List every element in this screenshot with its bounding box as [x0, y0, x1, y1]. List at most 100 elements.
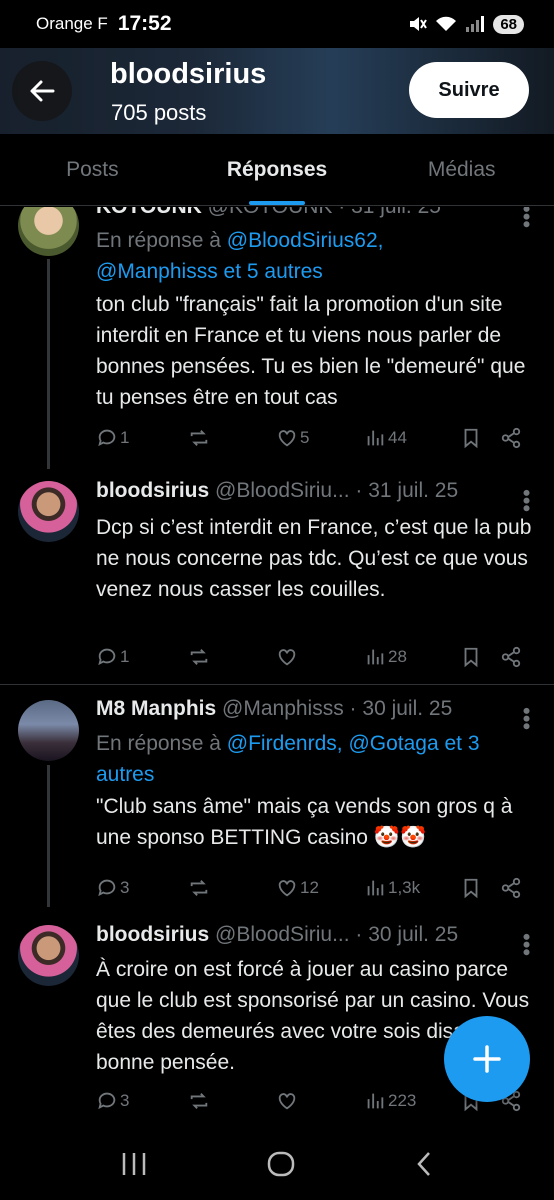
avatar[interactable] — [18, 700, 79, 761]
avatar[interactable] — [18, 925, 79, 986]
bookmark-icon — [464, 428, 478, 449]
repost-button[interactable] — [188, 877, 276, 899]
signal-icon — [466, 16, 485, 32]
more-icon[interactable]: ••• — [514, 489, 539, 512]
tab-replies[interactable]: Réponses — [185, 134, 370, 205]
tab-posts[interactable]: Posts — [0, 134, 185, 205]
reply-button[interactable]: 3 — [96, 1090, 188, 1112]
battery-badge: 68 — [493, 14, 524, 34]
author-name[interactable]: bloodsirius — [96, 923, 209, 946]
view-count: 223 — [388, 1091, 417, 1110]
follow-button[interactable]: Suivre — [409, 62, 529, 118]
reply-count: 1 — [120, 428, 130, 447]
reply-context: En réponse à @Firdenrds, @Gotaga et 3 au… — [96, 728, 480, 790]
reply-count: 3 — [120, 1091, 130, 1110]
like-count: 5 — [300, 428, 310, 447]
author-name[interactable]: M8 Manphis — [96, 697, 216, 720]
reply-count: 3 — [120, 878, 130, 897]
author-name[interactable]: bloodsirius — [96, 479, 209, 502]
view-count: 44 — [388, 428, 407, 447]
post-text: "Club sans âme" mais ça vends son gros q… — [96, 795, 513, 849]
repost-button[interactable] — [188, 1090, 276, 1112]
post-text: Dcp si c’est interdit en France, c’est q… — [96, 516, 532, 601]
back-arrow-icon — [30, 80, 55, 102]
post-header: bloodsirius @BloodSiriu... · 30 juil. 25 — [96, 923, 458, 947]
bookmark-icon — [464, 647, 478, 668]
recents-icon[interactable] — [119, 1150, 149, 1178]
author-handle-date: @BloodSiriu... · 30 juil. 25 — [215, 923, 459, 946]
share-icon — [501, 427, 521, 449]
views-icon — [367, 649, 384, 665]
repost-button[interactable] — [188, 646, 276, 668]
post[interactable]: M8 Manphis @Manphisss · 30 juil. 25 ••• … — [0, 685, 554, 907]
avatar[interactable] — [18, 481, 79, 542]
view-count: 28 — [388, 647, 407, 666]
like-button[interactable] — [276, 646, 364, 668]
reply-button[interactable]: 1 — [96, 427, 188, 449]
back-button[interactable] — [12, 61, 72, 121]
thread-line — [47, 259, 50, 469]
author-handle-date: @BloodSiriu... · 31 juil. 25 — [215, 479, 459, 502]
thread-line — [47, 765, 50, 907]
share-button[interactable] — [500, 877, 522, 899]
reply-icon — [98, 1092, 116, 1110]
home-icon[interactable] — [266, 1149, 296, 1179]
author-name[interactable]: KOTOUNK — [96, 207, 202, 218]
like-button[interactable] — [276, 1090, 364, 1112]
bookmark-button[interactable] — [460, 427, 500, 449]
views-icon — [367, 880, 384, 896]
back-nav-icon[interactable] — [413, 1149, 435, 1179]
mention-link[interactable]: @Manphisss et 5 autres — [96, 260, 323, 283]
compose-button[interactable] — [444, 1016, 530, 1102]
views-button[interactable]: 223 — [364, 1090, 460, 1112]
profile-header: bloodsirius 705 posts Suivre — [0, 48, 554, 134]
post-header: M8 Manphis @Manphisss · 30 juil. 25 — [96, 697, 452, 721]
reply-icon — [98, 879, 116, 897]
author-handle-date: @KOTOUNK · 31 juil. 25 — [208, 207, 441, 218]
share-icon — [501, 646, 521, 668]
like-count: 12 — [300, 878, 319, 897]
bookmark-button[interactable] — [460, 646, 500, 668]
like-icon — [278, 880, 296, 897]
more-icon[interactable]: ••• — [514, 933, 539, 956]
like-button[interactable]: 5 — [276, 427, 364, 449]
post-header: KOTOUNK @KOTOUNK · 31 juil. 25 — [96, 207, 441, 219]
status-icons: 68 — [407, 14, 524, 34]
reply-button[interactable]: 1 — [96, 646, 188, 668]
more-icon[interactable]: ••• — [514, 207, 539, 228]
view-count: 1,3k — [388, 878, 421, 897]
more-icon[interactable]: ••• — [514, 707, 539, 730]
mute-icon — [410, 17, 428, 31]
reply-icon — [98, 429, 116, 447]
bookmark-icon — [464, 878, 478, 899]
mention-link[interactable]: @BloodSirius62, — [227, 229, 384, 252]
post[interactable]: bloodsirius @BloodSiriu... · 31 juil. 25… — [0, 469, 554, 684]
mention-link[interactable]: autres — [96, 763, 154, 786]
like-icon — [278, 649, 296, 666]
repost-icon — [190, 1093, 208, 1109]
views-button[interactable]: 44 — [364, 427, 460, 449]
replies-feed: KOTOUNK @KOTOUNK · 31 juil. 25 ••• En ré… — [0, 207, 554, 1127]
repost-button[interactable] — [188, 427, 276, 449]
reply-count: 1 — [120, 647, 130, 666]
mention-link[interactable]: @Firdenrds, @Gotaga et 3 — [227, 732, 480, 755]
post-actions: 1 28 — [96, 644, 528, 670]
like-button[interactable]: 12 — [276, 877, 364, 899]
share-button[interactable] — [500, 427, 522, 449]
carrier-label: Orange F — [36, 14, 108, 33]
reply-button[interactable]: 3 — [96, 877, 188, 899]
reply-prefix: En réponse à — [96, 229, 227, 252]
share-button[interactable] — [500, 646, 522, 668]
post[interactable]: KOTOUNK @KOTOUNK · 31 juil. 25 ••• En ré… — [0, 207, 554, 469]
tab-media[interactable]: Médias — [369, 134, 554, 205]
status-bar: Orange F 17:52 68 — [0, 0, 554, 48]
avatar[interactable] — [18, 207, 79, 256]
bookmark-button[interactable] — [460, 877, 500, 899]
views-button[interactable]: 28 — [364, 646, 460, 668]
reply-icon — [98, 648, 116, 666]
share-icon — [501, 877, 521, 899]
views-icon — [367, 1093, 384, 1109]
post-header: bloodsirius @BloodSiriu... · 31 juil. 25 — [96, 479, 458, 503]
views-button[interactable]: 1,3k — [364, 877, 460, 899]
profile-name: bloodsirius — [110, 58, 267, 90]
